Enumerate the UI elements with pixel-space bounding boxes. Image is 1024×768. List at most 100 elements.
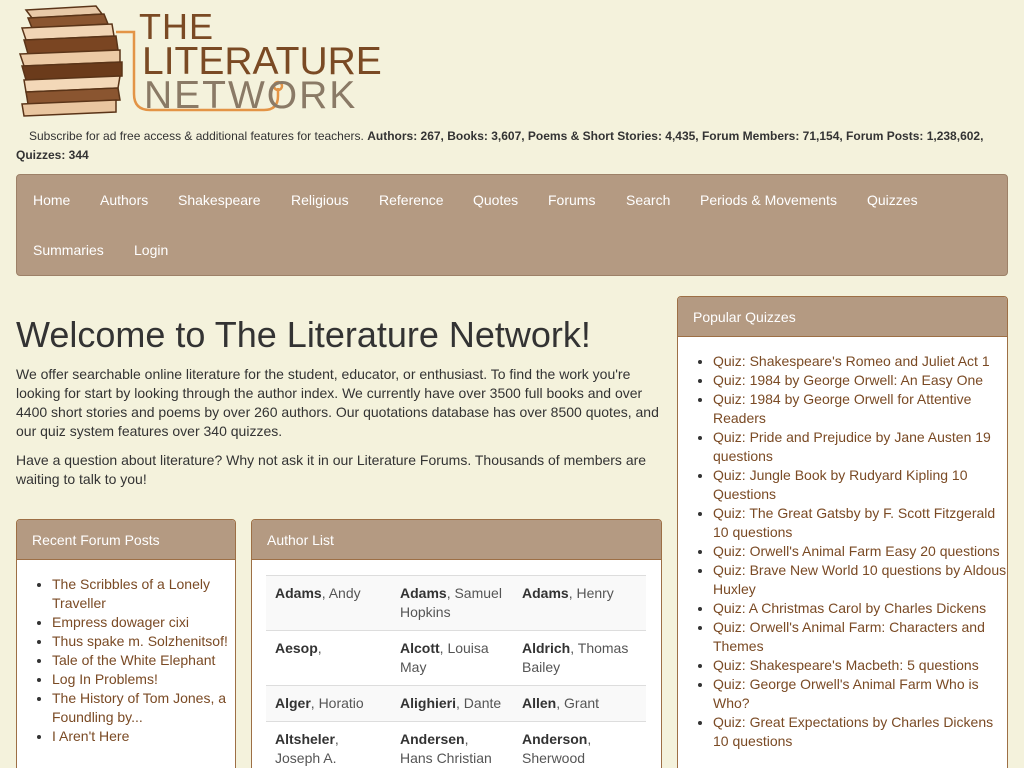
quiz-link[interactable]: Quiz: Great Expectations by Charles Dick… (713, 714, 993, 749)
nav-item-shakespeare[interactable]: Shakespeare (178, 192, 261, 208)
author-link[interactable]: Adams, Henry (513, 575, 646, 631)
nav-item-reference[interactable]: Reference (379, 192, 444, 208)
forum-post-link[interactable]: Log In Problems! (52, 671, 158, 687)
list-item[interactable]: Quiz: Shakespeare's Romeo and Juliet Act… (713, 352, 1007, 371)
list-item[interactable]: I Aren't Here (52, 727, 235, 746)
forum-post-link[interactable]: The Scribbles of a Lonely Traveller (52, 576, 210, 611)
author-first-name: , Henry (568, 585, 614, 601)
quiz-link[interactable]: Quiz: Pride and Prejudice by Jane Austen… (713, 429, 991, 464)
author-last-name: Aldrich (522, 640, 571, 656)
logo-text-network: NETWORK (144, 74, 358, 117)
nav-item-forums[interactable]: Forums (548, 192, 595, 208)
quiz-link[interactable]: Quiz: Orwell's Animal Farm Easy 20 quest… (713, 543, 1000, 559)
welcome-paragraph: We offer searchable online literature fo… (16, 366, 659, 439)
author-list-panel: Author List Adams, Andy Adams, Samuel Ho… (251, 519, 662, 768)
quiz-link[interactable]: Quiz: Shakespeare's Macbeth: 5 questions (713, 657, 979, 673)
panel-title: Recent Forum Posts (17, 520, 235, 560)
author-link[interactable]: Adams, Andy (266, 575, 391, 631)
forum-post-link[interactable]: Thus spake m. Solzhenitsof! (52, 633, 228, 649)
quiz-link[interactable]: Quiz: Brave New World 10 questions by Al… (713, 562, 1006, 597)
list-item[interactable]: Quiz: 1984 by George Orwell: An Easy One (713, 371, 1007, 390)
author-last-name: Altsheler (275, 731, 335, 747)
forum-post-link[interactable]: Tale of the White Elephant (52, 652, 215, 668)
popular-quizzes-panel: Popular Quizzes Quiz: Shakespeare's Rome… (677, 296, 1008, 768)
nav-item-religious[interactable]: Religious (291, 192, 349, 208)
site-stats: Subscribe for ad free access & additiona… (16, 127, 1006, 165)
forum-post-link[interactable]: The History of Tom Jones, a Foundling by… (52, 690, 226, 725)
author-link[interactable]: Aldrich, Thomas Bailey (513, 630, 646, 686)
quiz-link[interactable]: Quiz: George Orwell's Animal Farm Who is… (713, 676, 979, 711)
author-link[interactable]: Aesop, (266, 630, 391, 686)
forum-post-link[interactable]: Empress dowager cixi (52, 614, 189, 630)
author-last-name: Adams (275, 585, 322, 601)
quiz-link[interactable]: Quiz: 1984 by George Orwell: An Easy One (713, 372, 983, 388)
quiz-list: Quiz: Shakespeare's Romeo and Juliet Act… (678, 352, 1007, 751)
author-link[interactable]: Andersen, Hans Christian (391, 721, 513, 768)
author-last-name: Alighieri (400, 695, 457, 711)
author-last-name: Anderson (522, 731, 588, 747)
quiz-link[interactable]: Quiz: The Great Gatsby by F. Scott Fitzg… (713, 505, 995, 540)
list-item[interactable]: Log In Problems! (52, 670, 235, 689)
author-last-name: Alger (275, 695, 311, 711)
forum-invite-paragraph: Have a question about literature? Why no… (16, 452, 647, 487)
list-item[interactable]: Quiz: Orwell's Animal Farm: Characters a… (713, 618, 1007, 656)
quiz-link[interactable]: Quiz: Orwell's Animal Farm: Characters a… (713, 619, 985, 654)
nav-item-quizzes[interactable]: Quizzes (867, 192, 918, 208)
main-nav: Home Authors Shakespeare Religious Refer… (16, 174, 1008, 276)
author-first-name: , Andy (321, 585, 361, 601)
list-item[interactable]: Empress dowager cixi (52, 613, 235, 632)
panel-title: Popular Quizzes (678, 297, 1007, 337)
nav-item-summaries[interactable]: Summaries (33, 242, 104, 258)
author-link[interactable]: Alighieri, Dante (391, 685, 513, 722)
list-item[interactable]: Tale of the White Elephant (52, 651, 235, 670)
author-last-name: Allen (522, 695, 557, 711)
list-item[interactable]: The History of Tom Jones, a Foundling by… (52, 689, 235, 727)
author-link[interactable]: Allen, Grant (513, 685, 646, 722)
author-first-name: , Dante (456, 695, 502, 711)
site-logo[interactable]: THE LITERATURE NETWORK (16, 2, 382, 126)
nav-item-home[interactable]: Home (33, 192, 70, 208)
author-link[interactable]: Adams, Samuel Hopkins (391, 575, 513, 631)
list-item[interactable]: Quiz: Brave New World 10 questions by Al… (713, 561, 1007, 599)
list-item[interactable]: Quiz: The Great Gatsby by F. Scott Fitzg… (713, 504, 1007, 542)
table-row: Adams, Andy Adams, Samuel Hopkins Adams,… (266, 575, 646, 631)
quiz-link[interactable]: Quiz: 1984 by George Orwell for Attentiv… (713, 391, 971, 426)
list-item[interactable]: Quiz: Orwell's Animal Farm Easy 20 quest… (713, 542, 1007, 561)
forum-post-link[interactable]: I Aren't Here (52, 728, 129, 744)
quiz-link[interactable]: Quiz: Shakespeare's Romeo and Juliet Act… (713, 353, 990, 369)
subscribe-link[interactable]: Subscribe for ad free access & additiona… (29, 129, 364, 143)
page-title: Welcome to The Literature Network! (16, 314, 591, 355)
list-item[interactable]: Quiz: A Christmas Carol by Charles Dicke… (713, 599, 1007, 618)
author-first-name: , (317, 640, 322, 656)
table-row: Aesop, Alcott, Louisa May Aldrich, Thoma… (266, 630, 646, 686)
author-last-name: Alcott (400, 640, 440, 656)
list-item[interactable]: Quiz: Shakespeare's Macbeth: 5 questions (713, 656, 1007, 675)
nav-item-periods-movements[interactable]: Periods & Movements (700, 192, 837, 208)
author-table: Adams, Andy Adams, Samuel Hopkins Adams,… (266, 575, 646, 768)
quiz-link[interactable]: Quiz: Jungle Book by Rudyard Kipling 10 … (713, 467, 967, 502)
author-last-name: Aesop (275, 640, 318, 656)
list-item[interactable]: Thus spake m. Solzhenitsof! (52, 632, 235, 651)
author-last-name: Adams (522, 585, 569, 601)
list-item[interactable]: Quiz: Jungle Book by Rudyard Kipling 10 … (713, 466, 1007, 504)
table-row: Alger, Horatio Alighieri, Dante Allen, G… (266, 685, 646, 722)
author-link[interactable]: Alger, Horatio (266, 685, 391, 722)
author-link[interactable]: Alcott, Louisa May (391, 630, 513, 686)
list-item[interactable]: Quiz: Pride and Prejudice by Jane Austen… (713, 428, 1007, 466)
nav-item-authors[interactable]: Authors (100, 192, 148, 208)
author-first-name: , Horatio (310, 695, 364, 711)
list-item[interactable]: Quiz: Great Expectations by Charles Dick… (713, 713, 1007, 751)
list-item[interactable]: Quiz: George Orwell's Animal Farm Who is… (713, 675, 1007, 713)
nav-item-quotes[interactable]: Quotes (473, 192, 518, 208)
nav-item-login[interactable]: Login (134, 242, 168, 258)
recent-posts-list: The Scribbles of a Lonely Traveller Empr… (17, 575, 235, 746)
nav-item-search[interactable]: Search (626, 192, 670, 208)
author-last-name: Adams (400, 585, 447, 601)
author-link[interactable]: Anderson, Sherwood (513, 721, 646, 768)
quiz-link[interactable]: Quiz: A Christmas Carol by Charles Dicke… (713, 600, 986, 616)
author-first-name: , Grant (556, 695, 600, 711)
list-item[interactable]: The Scribbles of a Lonely Traveller (52, 575, 235, 613)
list-item[interactable]: Quiz: 1984 by George Orwell for Attentiv… (713, 390, 1007, 428)
panel-title: Author List (252, 520, 661, 560)
author-link[interactable]: Altsheler, Joseph A. (266, 721, 391, 768)
